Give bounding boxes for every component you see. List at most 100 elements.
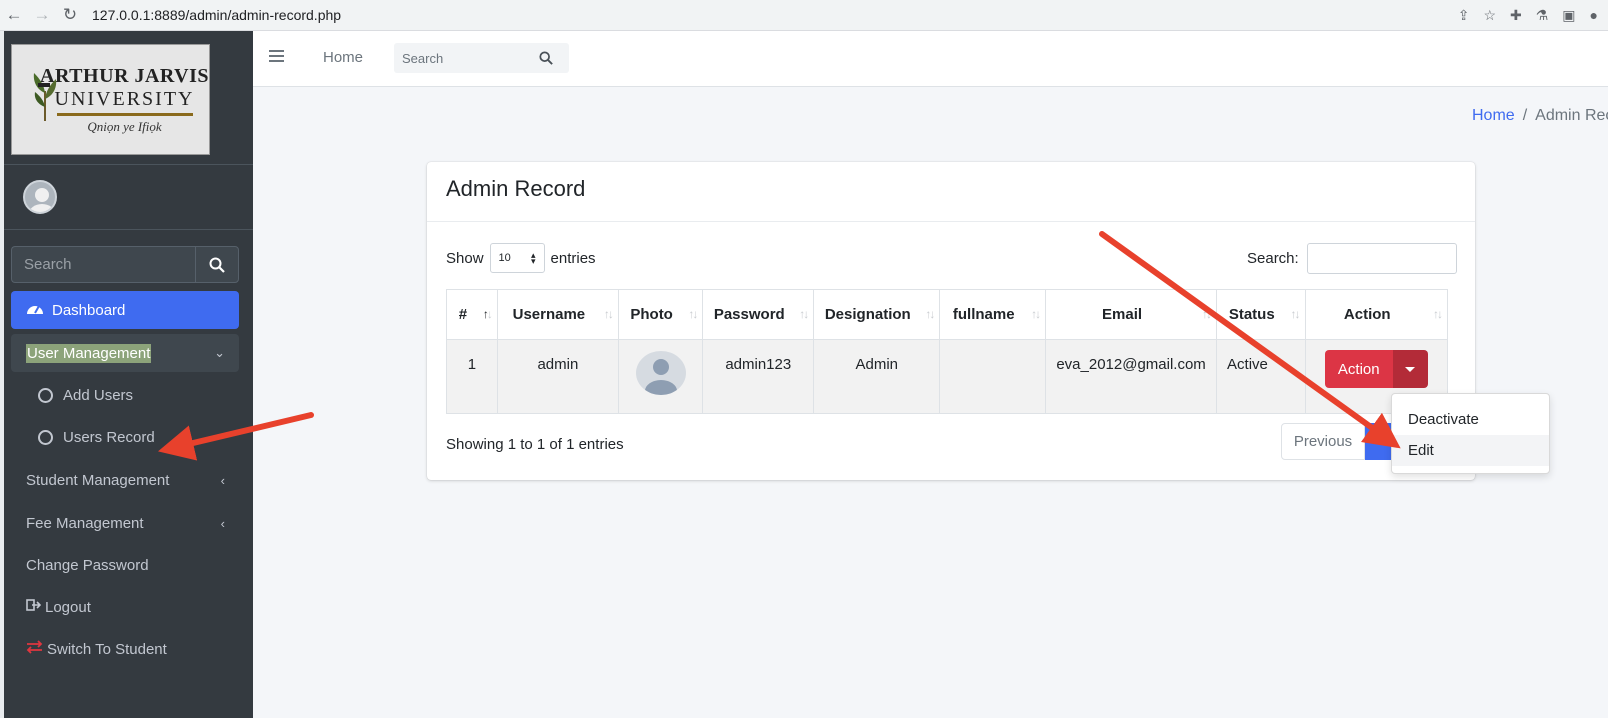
profile-icon[interactable]: ● <box>1590 7 1598 24</box>
previous-page-button[interactable]: Previous <box>1281 423 1365 460</box>
logo-line-2: UNIVERSITY <box>54 87 195 110</box>
card-header-divider <box>427 221 1475 222</box>
column-header-photo[interactable]: Photo ↑↓ <box>617 289 704 340</box>
sidebar-item-change-password[interactable]: Change Password <box>11 546 239 584</box>
breadcrumb: Home / Admin Rec <box>1472 107 1608 125</box>
user-silhouette-icon <box>29 188 55 212</box>
sidebar-item-label: User Management <box>26 343 152 363</box>
crest-icon <box>33 73 57 121</box>
browser-toolbar: ← → ↻ ⓘ 127.0.0.1:8889/admin/admin-recor… <box>0 0 1608 292</box>
sidebar-item-label: Switch To Student <box>47 640 167 658</box>
table-filter: Search: <box>1247 243 1457 274</box>
sidebar-item-label: Logout <box>45 598 91 616</box>
sidebar-item-label: Fee Management <box>26 514 144 532</box>
bookmark-star-icon[interactable]: ☆ <box>1483 7 1496 24</box>
page-title: Admin Record <box>446 176 586 201</box>
sidebar-search <box>11 246 239 283</box>
chevron-down-icon: ⌄ <box>214 345 225 360</box>
caret-down-icon <box>1405 366 1416 372</box>
tachometer-icon <box>26 301 44 319</box>
extensions-icon[interactable]: ✚ <box>1510 7 1522 24</box>
column-header-password[interactable]: Password ↑↓ <box>702 289 815 340</box>
column-header-status[interactable]: Status ↑↓ <box>1216 289 1306 340</box>
sidebar-item-switch-to-student[interactable]: Switch To Student <box>11 630 239 668</box>
sidebar-item-student-management[interactable]: Student Management ‹ <box>11 461 239 499</box>
reload-icon[interactable]: ↻ <box>56 5 84 25</box>
user-avatar[interactable] <box>23 180 57 214</box>
page-length-select[interactable]: 10 ▴ ▾ <box>489 243 545 273</box>
cell-designation: Admin <box>813 339 941 414</box>
chevron-left-icon: ‹ <box>220 472 225 488</box>
url-text: 127.0.0.1:8889/admin/admin-record.php <box>92 7 342 23</box>
labs-flask-icon[interactable]: ⚗ <box>1536 7 1549 24</box>
sidebar-item-label: Change Password <box>26 556 149 574</box>
page-length-value: 10 <box>498 252 511 264</box>
sidebar-item-user-management[interactable]: User Management ⌄ <box>11 334 239 372</box>
sort-icon: ↑↓ <box>1290 307 1301 321</box>
sidebar-search-input[interactable] <box>11 246 195 283</box>
table-search-input[interactable] <box>1306 243 1457 274</box>
sort-asc-icon: ↑↓ <box>482 307 493 321</box>
sort-icon: ↑↓ <box>1031 307 1041 321</box>
user-silhouette-icon <box>644 359 677 395</box>
menu-item-edit[interactable]: Edit <box>1392 435 1549 466</box>
forward-icon[interactable]: → <box>28 5 56 25</box>
side-panel-icon[interactable]: ▣ <box>1562 7 1575 24</box>
sign-out-icon <box>26 598 42 616</box>
column-header-username[interactable]: Username ↑↓ <box>496 289 619 340</box>
university-logo[interactable]: ARTHUR JARVIS UNIVERSITY Qniọn ye Ifiọk <box>11 44 210 155</box>
chevron-left-icon: ‹ <box>220 515 225 531</box>
exchange-icon <box>26 640 43 658</box>
navbar-search-input[interactable] <box>394 50 539 66</box>
sidebar-item-fee-management[interactable]: Fee Management ‹ <box>11 504 239 542</box>
sort-icon: ↑↓ <box>799 307 809 321</box>
sidebar-item-label: Users Record <box>63 428 155 446</box>
breadcrumb-home-link[interactable]: Home <box>1472 107 1515 124</box>
cell-fullname <box>939 339 1047 414</box>
cell-username: admin <box>496 339 619 414</box>
circle-icon <box>38 387 53 403</box>
breadcrumb-separator: / <box>1522 107 1528 124</box>
avatar <box>635 351 686 395</box>
column-header-action[interactable]: Action ↑↓ <box>1304 289 1449 340</box>
sidebar-item-logout[interactable]: Logout <box>11 588 239 626</box>
action-dropdown-toggle[interactable] <box>1392 350 1428 388</box>
action-dropdown-menu: Deactivate Edit <box>1391 393 1550 474</box>
entries-label: entries <box>550 249 596 267</box>
table-row: 1 admin admin123 Admin eva_2012@gmail.co… <box>446 339 1449 414</box>
cell-email: eva_2012@gmail.com <box>1045 339 1218 414</box>
logo-line-1: ARTHUR JARVIS <box>40 64 209 87</box>
hamburger-menu-icon[interactable] <box>269 50 284 65</box>
search-icon <box>209 257 225 273</box>
column-header-number[interactable]: # ↑↓ <box>446 289 498 340</box>
sidebar-item-add-users[interactable]: Add Users <box>11 376 239 414</box>
sort-icon: ↑↓ <box>1202 307 1212 321</box>
sidebar-item-label: Student Management <box>26 471 170 489</box>
admin-record-card: Admin Record Show 10 ▴ ▾ entries Search: … <box>427 162 1475 480</box>
logo-motto: Qniọn ye Ifiọk <box>87 118 162 134</box>
menu-item-deactivate[interactable]: Deactivate <box>1392 404 1549 435</box>
share-icon[interactable]: ⇪ <box>1458 7 1470 24</box>
logo-rule <box>56 112 193 116</box>
navbar-search <box>394 43 569 73</box>
action-button[interactable]: Action <box>1324 350 1393 388</box>
top-nav-home-link[interactable]: Home <box>323 49 363 66</box>
sidebar-item-label: Add Users <box>63 386 134 404</box>
back-icon[interactable]: ← <box>0 5 28 25</box>
sidebar-divider <box>4 164 253 165</box>
address-bar[interactable]: ⓘ 127.0.0.1:8889/admin/admin-record.php <box>19 3 1458 292</box>
table-info: Showing 1 to 1 of 1 entries <box>446 436 624 453</box>
circle-icon <box>38 429 53 445</box>
cell-password: admin123 <box>702 339 815 414</box>
sidebar-search-button[interactable] <box>195 246 239 283</box>
cell-status: Active <box>1216 339 1306 414</box>
sidebar-item-dashboard[interactable]: Dashboard <box>11 291 239 329</box>
search-icon[interactable] <box>539 51 553 65</box>
pagination: Previous <box>1281 423 1395 460</box>
sidebar: ARTHUR JARVIS UNIVERSITY Qniọn ye Ifiọk … <box>4 31 253 718</box>
column-header-fullname[interactable]: fullname ↑↓ <box>939 289 1047 340</box>
sidebar-item-users-record[interactable]: Users Record <box>11 418 239 456</box>
column-header-email[interactable]: Email ↑↓ <box>1045 289 1218 340</box>
breadcrumb-current: Admin Rec <box>1535 107 1608 124</box>
column-header-designation[interactable]: Designation ↑↓ <box>813 289 941 340</box>
